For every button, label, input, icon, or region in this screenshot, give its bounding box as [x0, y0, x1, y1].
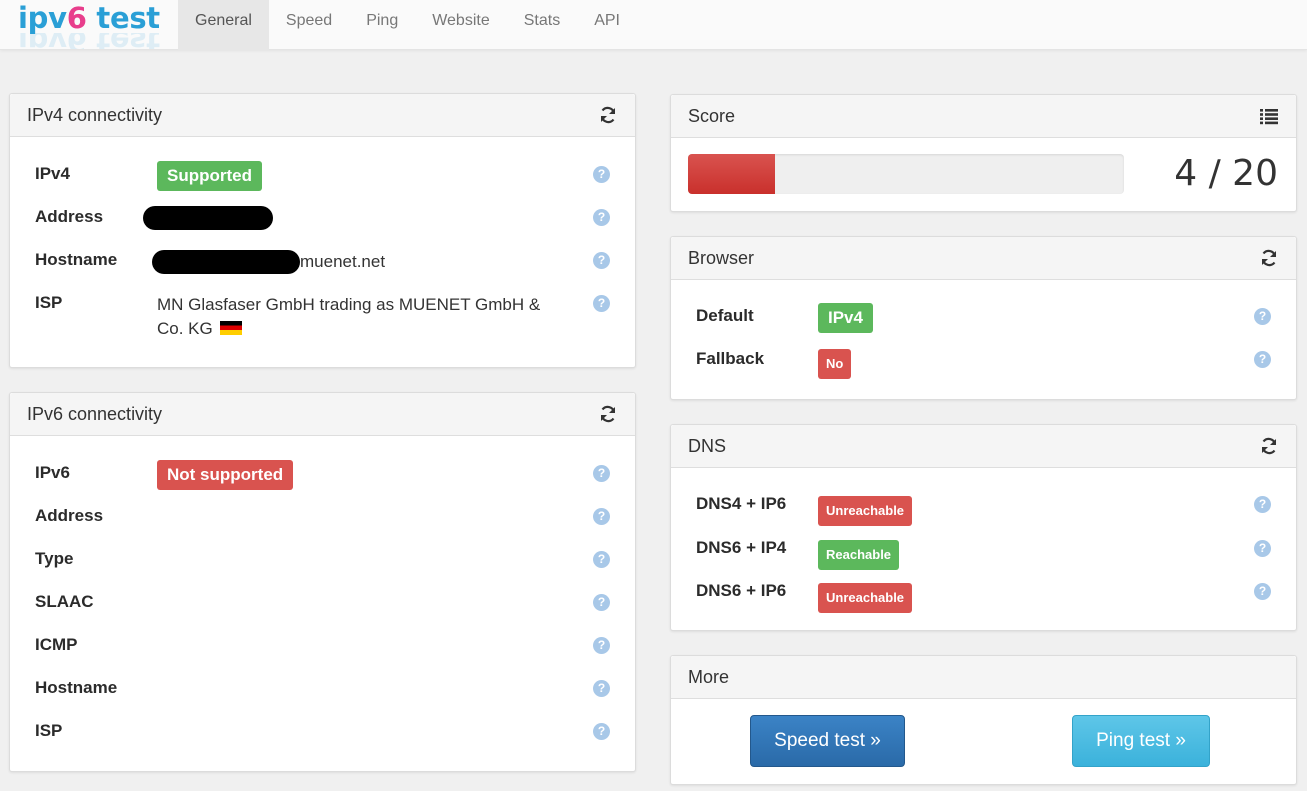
score-panel: Score 4 / 20 — [670, 94, 1297, 212]
dns4-ip6-badge: Unreachable — [818, 496, 913, 526]
help-icon[interactable]: ? — [1254, 351, 1271, 368]
speed-test-button[interactable]: Speed test » — [750, 715, 905, 767]
nav-stats[interactable]: Stats — [507, 0, 577, 50]
help-icon[interactable]: ? — [593, 465, 610, 482]
fallback-badge: No — [818, 349, 852, 379]
score-progress-fill — [688, 154, 776, 194]
dns-row-dns4-ip6: DNS4 + IP6 Unreachable ? — [696, 491, 1271, 526]
score-panel-title: Score — [688, 105, 736, 126]
browser-panel-heading: Browser — [671, 237, 1296, 280]
ping-test-button[interactable]: Ping test » — [1072, 715, 1210, 767]
browser-row-fallback: Fallback No ? — [696, 346, 1271, 379]
ipv6-row-address: Address ? — [35, 503, 610, 533]
help-icon[interactable]: ? — [593, 723, 610, 740]
hostname-suffix: muenet.net — [300, 252, 386, 271]
score-value: 4 / 20 — [1174, 153, 1278, 194]
redacted-address — [143, 206, 273, 230]
help-icon[interactable]: ? — [593, 551, 610, 568]
help-icon[interactable]: ? — [593, 594, 610, 611]
main-nav: General Speed Ping Website Stats API — [178, 0, 637, 50]
isp-value: MN Glasfaser GmbH trading as MUENET GmbH… — [157, 295, 541, 338]
browser-panel-title: Browser — [688, 247, 755, 268]
refresh-icon[interactable] — [598, 404, 618, 424]
ipv4-row-isp: ISP MN Glasfaser GmbH trading as MUENET … — [35, 290, 610, 344]
dns6-ip4-badge: Reachable — [818, 540, 900, 570]
list-icon[interactable] — [1259, 106, 1279, 126]
refresh-icon[interactable] — [1259, 436, 1279, 456]
score-progress — [688, 154, 1124, 194]
redacted-hostname — [152, 250, 300, 274]
ipv6-panel-heading: IPv6 connectivity — [10, 393, 635, 436]
help-icon[interactable]: ? — [1254, 308, 1271, 325]
ipv6-panel-title: IPv6 connectivity — [27, 403, 163, 424]
help-icon[interactable]: ? — [593, 295, 610, 312]
browser-row-default: Default IPv4 ? — [696, 303, 1271, 333]
dns-row-dns6-ip6: DNS6 + IP6 Unreachable ? — [696, 578, 1271, 613]
ipv4-row-status: IPv4 Supported ? — [35, 161, 610, 191]
more-panel-heading: More — [671, 656, 1296, 699]
refresh-icon[interactable] — [1259, 248, 1279, 268]
dns6-ip6-badge: Unreachable — [818, 583, 913, 613]
help-icon[interactable]: ? — [593, 209, 610, 226]
help-icon[interactable]: ? — [593, 680, 610, 697]
ipv6-panel: IPv6 connectivity IPv6 Not supported ? A… — [9, 392, 636, 772]
help-icon[interactable]: ? — [593, 252, 610, 269]
ipv6-row-icmp: ICMP ? — [35, 632, 610, 662]
default-badge: IPv4 — [818, 303, 873, 333]
help-icon[interactable]: ? — [1254, 583, 1271, 600]
ipv4-row-address: Address ? — [35, 204, 610, 234]
brand-reflection: ipv6 test — [18, 33, 160, 49]
nav-speed[interactable]: Speed — [269, 0, 349, 50]
nav-general[interactable]: General — [178, 0, 269, 50]
ipv4-panel-heading: IPv4 connectivity — [10, 94, 635, 137]
ipv4-panel-title: IPv4 connectivity — [27, 104, 163, 125]
ipv6-status-badge: Not supported — [157, 460, 294, 490]
dns-panel: DNS DNS4 + IP6 Unreachable ? DNS6 + IP4 … — [670, 424, 1297, 631]
ipv6-row-hostname: Hostname ? — [35, 675, 610, 705]
dns-row-dns6-ip4: DNS6 + IP4 Reachable ? — [696, 535, 1271, 570]
ipv6-row-type: Type ? — [35, 546, 610, 576]
help-icon[interactable]: ? — [1254, 496, 1271, 513]
more-panel-title: More — [688, 666, 730, 687]
dns-panel-heading: DNS — [671, 425, 1296, 468]
browser-panel: Browser Default IPv4 ? Fallback No ? — [670, 236, 1297, 400]
help-icon[interactable]: ? — [1254, 540, 1271, 557]
more-panel: More Speed test » Ping test » — [670, 655, 1297, 785]
nav-website[interactable]: Website — [415, 0, 507, 50]
refresh-icon[interactable] — [598, 105, 618, 125]
ipv6-row-status: IPv6 Not supported ? — [35, 460, 610, 490]
help-icon[interactable]: ? — [593, 508, 610, 525]
score-panel-heading: Score — [671, 95, 1296, 138]
ipv6-row-isp: ISP ? — [35, 718, 610, 748]
help-icon[interactable]: ? — [593, 637, 610, 654]
nav-ping[interactable]: Ping — [349, 0, 415, 50]
ipv4-row-hostname: Hostname muenet.net ? — [35, 247, 610, 277]
nav-api[interactable]: API — [577, 0, 637, 50]
navbar: ipv6 test ipv6 test General Speed Ping W… — [0, 0, 1307, 50]
dns-panel-title: DNS — [688, 435, 727, 456]
help-icon[interactable]: ? — [593, 166, 610, 183]
germany-flag-icon — [220, 321, 243, 335]
ipv6-row-slaac: SLAAC ? — [35, 589, 610, 619]
ipv4-status-badge: Supported — [157, 161, 262, 191]
ipv4-panel: IPv4 connectivity IPv4 Supported ? Addre… — [9, 93, 636, 368]
